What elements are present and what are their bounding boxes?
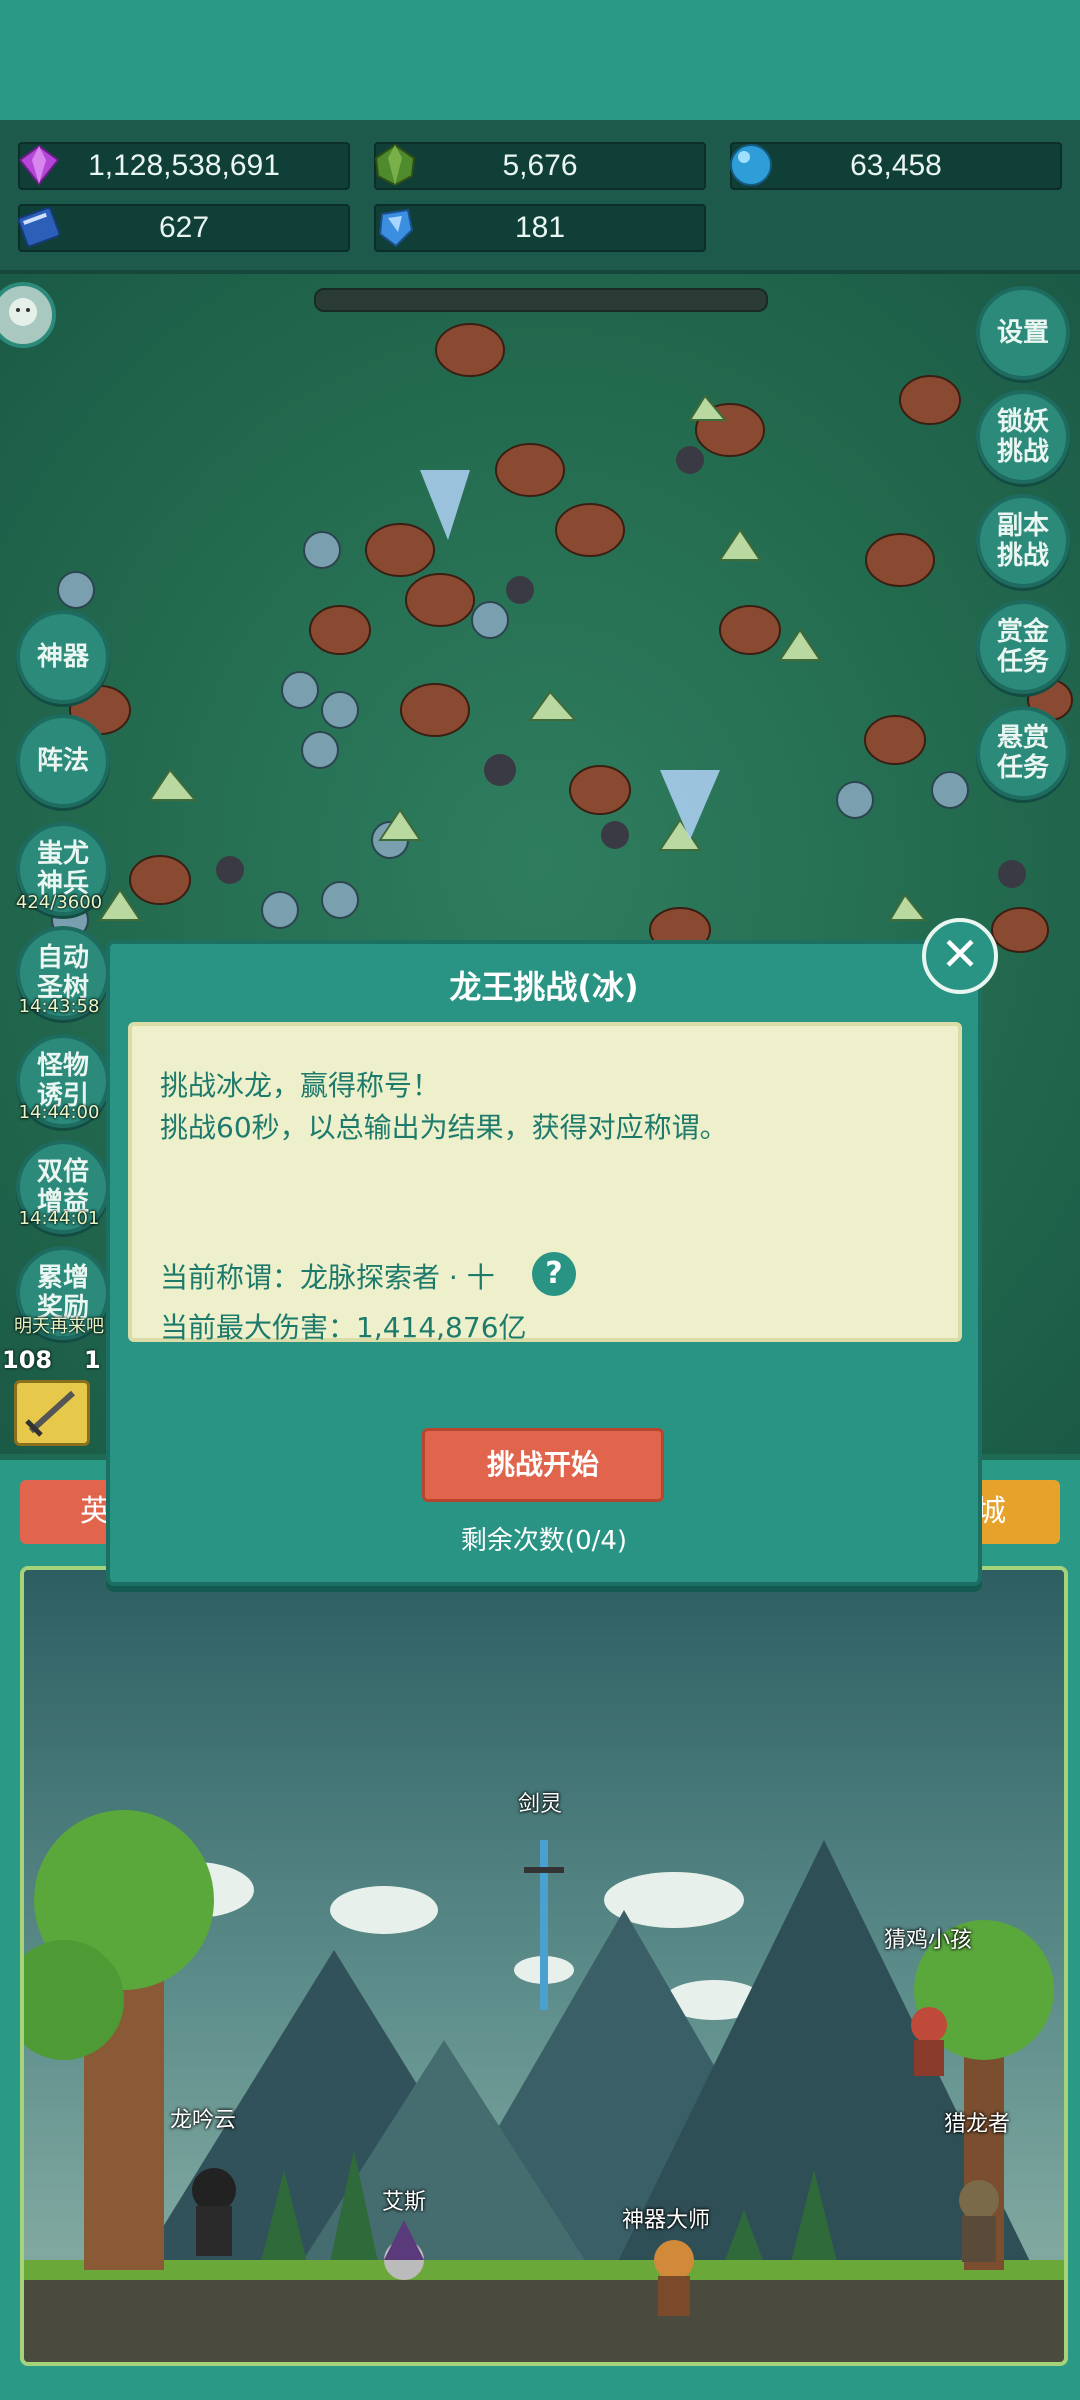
blue-shard-icon: [378, 208, 414, 248]
monster-lure-timer: 14:44:00: [18, 1102, 100, 1123]
chiyou-weapon-timer: 424/3600: [15, 892, 103, 913]
character-name-dragon-hunter: 猎龙者: [944, 2112, 1011, 2137]
dialog-body: 挑战冰龙，赢得称号！ 挑战60秒，以总输出为结果，获得对应称谓。 当前称谓：龙脉…: [128, 1022, 962, 1344]
help-button[interactable]: ?: [532, 1252, 576, 1296]
level-value: 108: [2, 1346, 53, 1374]
tab-hero-label: 英: [80, 1494, 110, 1529]
weapon-slot[interactable]: 108 1: [0, 1346, 101, 1446]
reward-task-label: 悬赏 任务: [996, 723, 1049, 783]
tab-city[interactable]: 城: [972, 1480, 1060, 1544]
chiyou-weapon-label: 蚩尤 神兵: [36, 839, 89, 899]
max-damage: 当前最大伤害：1,414,876亿: [160, 1311, 527, 1344]
formation-label: 阵法: [36, 746, 89, 776]
resource-value: 627: [158, 211, 210, 244]
resource-value: 5,676: [502, 149, 578, 182]
remaining-attempts: 剩余次数(0/4): [460, 1526, 628, 1556]
status-bar: [0, 0, 1080, 120]
blue-orb-icon: [730, 144, 772, 186]
resource-orb: 63,458: [730, 142, 1062, 190]
resource-bar: 1,128,538,691 5,676 63,458 627 181: [0, 120, 1080, 274]
settings-button[interactable]: 设置: [976, 286, 1070, 380]
resource-book: 627: [17, 204, 350, 252]
resource-value: 1,128,538,691: [88, 149, 280, 182]
resource-value: 181: [514, 211, 566, 244]
resource-crystal: 5,676: [374, 142, 706, 190]
double-boost-timer: 14:44:01: [18, 1208, 100, 1229]
current-title: 当前称谓：龙脉探索者 · 十: [160, 1261, 495, 1294]
sword-icon: [25, 1390, 76, 1437]
artifact-label: 神器: [36, 642, 89, 672]
character-name-longyinyun: 龙吟云: [170, 2108, 237, 2133]
settings-label: 设置: [996, 318, 1049, 348]
character-name-ais: 艾斯: [382, 2190, 427, 2215]
close-dialog-button[interactable]: ✕: [922, 918, 998, 994]
auto-holy-tree-timer: 14:43:58: [18, 996, 100, 1017]
artifact-button[interactable]: 神器: [16, 610, 110, 704]
demon-lock-challenge-label: 锁妖 挑战: [996, 407, 1049, 467]
enemy-swarm: [51, 323, 1073, 953]
bounty-task-button[interactable]: 赏金 任务: [976, 600, 1070, 694]
bounty-task-label: 赏金 任务: [996, 617, 1049, 677]
formation-button[interactable]: 阵法: [16, 714, 110, 808]
character-name-chicken-kid: 猜鸡小孩: [884, 1928, 973, 1953]
resource-shard: 181: [374, 204, 706, 252]
demon-lock-challenge-button[interactable]: 锁妖 挑战: [976, 390, 1070, 484]
description-line-1: 挑战冰龙，赢得称号！: [160, 1069, 441, 1102]
character-name-artifact-master: 神器大师: [622, 2208, 711, 2233]
purple-gem-icon: [18, 144, 60, 186]
close-icon: ✕: [940, 927, 980, 981]
green-crystal-icon: [374, 143, 416, 187]
accumulated-reward-timer: 明天再来吧: [14, 1316, 104, 1337]
resource-gems: 1,128,538,691: [18, 142, 350, 190]
level-value-2: 1: [84, 1346, 101, 1374]
auto-holy-tree-label: 自动 圣树: [36, 943, 89, 1003]
dungeon-challenge-label: 副本 挑战: [996, 511, 1049, 571]
dungeon-challenge-button[interactable]: 副本 挑战: [976, 494, 1070, 588]
hero-scene: 剑灵 猜鸡小孩 龙吟云 猎龙者 艾斯 神器大师: [20, 1566, 1068, 2366]
dialog-title: 龙王挑战(冰): [449, 968, 639, 1006]
start-challenge-button[interactable]: 挑战开始: [422, 1428, 664, 1502]
resource-value: 63,458: [850, 149, 942, 182]
blue-book-icon: [17, 206, 61, 248]
character-name-sword-spirit: 剑灵: [518, 1792, 563, 1817]
dragon-king-challenge-dialog: 龙王挑战(冰) 挑战冰龙，赢得称号！ 挑战60秒，以总输出为结果，获得对应称谓。…: [106, 940, 982, 1586]
reward-task-button[interactable]: 悬赏 任务: [976, 706, 1070, 800]
description-line-2: 挑战60秒，以总输出为结果，获得对应称谓。: [160, 1111, 728, 1144]
scene-illustration: [24, 1810, 1064, 2362]
weapon-frame: [14, 1380, 90, 1446]
